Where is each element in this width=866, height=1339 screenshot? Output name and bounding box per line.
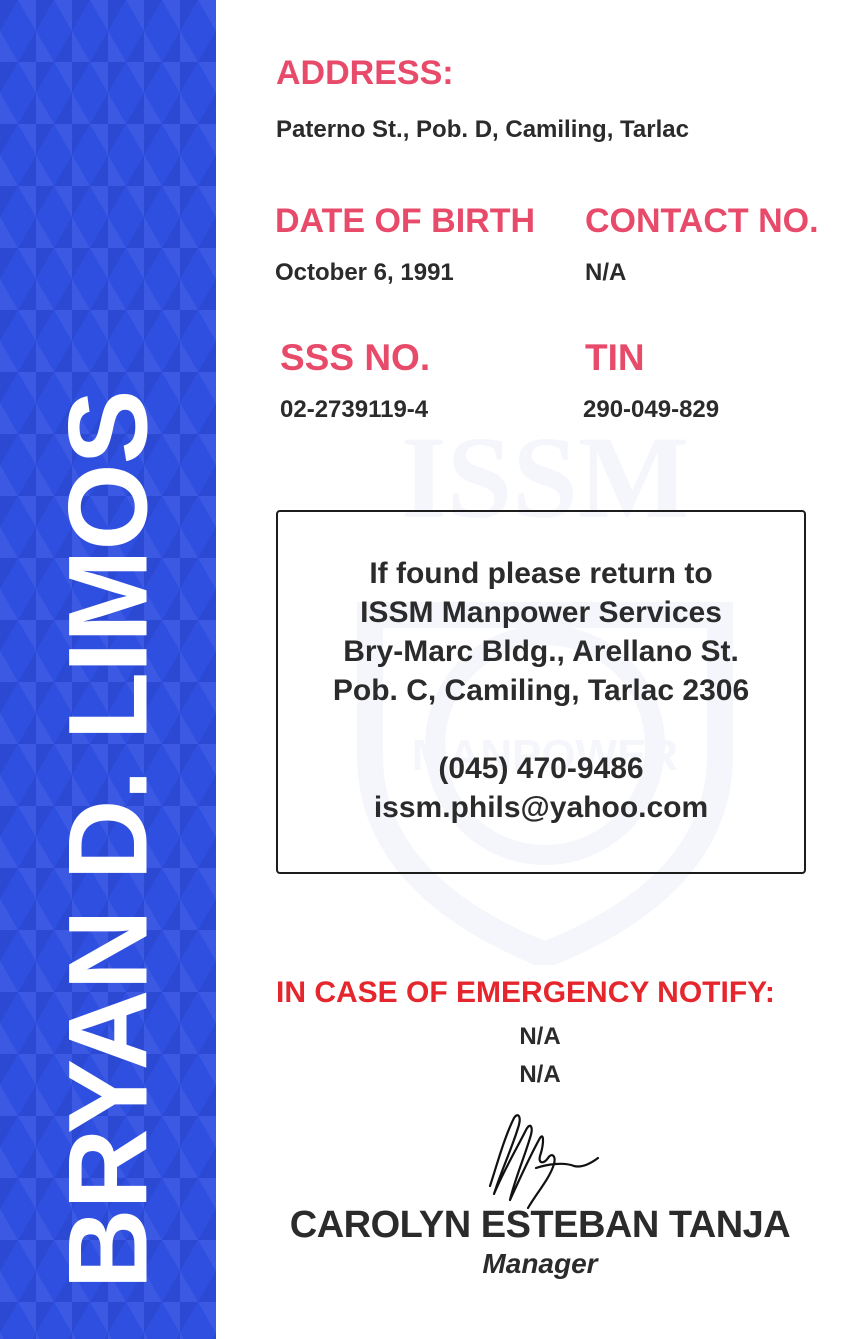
return-email: issm.phils@yahoo.com [373, 791, 709, 824]
address-value: Paterno St., Pob. D, Camiling, Tarlac [276, 116, 689, 143]
holder-name: BRYAN D. LIMOS [45, 390, 171, 1290]
tin-value: 290-049-829 [583, 396, 720, 423]
emergency-name: N/A [519, 1023, 561, 1050]
date-of-birth-label: DATE OF BIRTH [275, 202, 536, 240]
return-line-2: ISSM Manpower Services [360, 596, 722, 629]
contact-value: N/A [585, 259, 627, 286]
emergency-contact: N/A [519, 1061, 561, 1088]
return-phone: (045) 470-9486 [438, 752, 644, 785]
date-of-birth-value: October 6, 1991 [275, 259, 454, 286]
return-line-1: If found please return to [369, 557, 713, 590]
sss-label: SSS NO. [280, 337, 431, 378]
tin-label: TIN [585, 337, 645, 378]
sss-value: 02-2739119-4 [280, 396, 429, 423]
return-notice-box: If found please return to ISSM Manpower … [276, 510, 806, 874]
return-line-4: Pob. C, Camiling, Tarlac 2306 [332, 674, 750, 707]
name-sidebar: BRYAN D. LIMOS [0, 0, 216, 1339]
emergency-label: IN CASE OF EMERGENCY NOTIFY: [276, 976, 775, 1009]
signatory-title: Manager [482, 1248, 598, 1279]
address-label: ADDRESS: [276, 54, 454, 92]
signatory-name: CAROLYN ESTEBAN TANJA [289, 1204, 791, 1246]
contact-label: CONTACT NO. [585, 202, 819, 240]
signature-mark [488, 1114, 600, 1210]
return-line-3: Bry-Marc Bldg., Arellano St. [343, 635, 739, 668]
